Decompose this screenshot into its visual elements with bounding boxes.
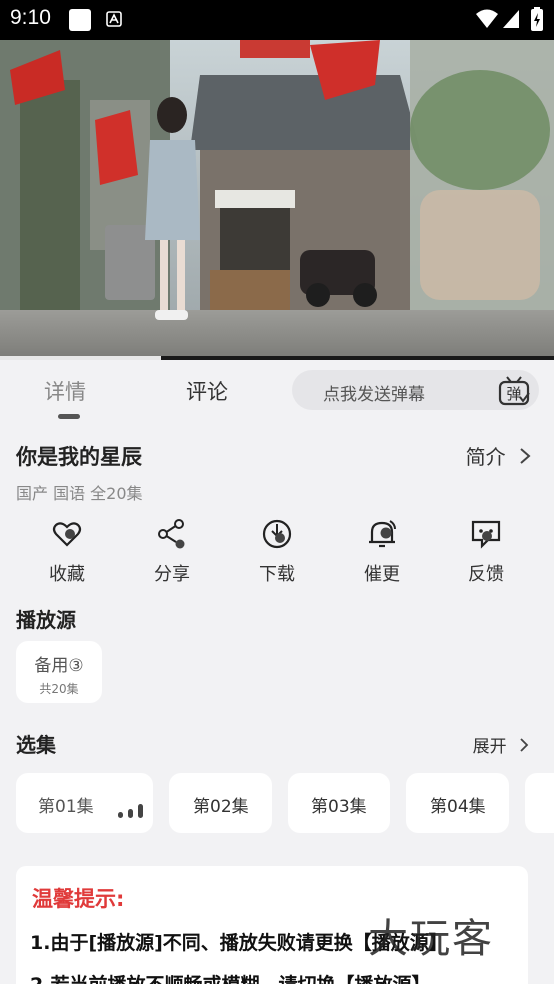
favorite-button[interactable]: 收藏 [27, 518, 107, 586]
share-button[interactable]: 分享 [132, 518, 212, 586]
wifi-icon [476, 9, 498, 28]
episode-item-partial[interactable] [525, 773, 554, 833]
battery-icon [531, 7, 543, 31]
tab-comments[interactable]: 评论 [186, 376, 228, 406]
heart-icon [52, 522, 82, 547]
danmu-toggle-icon[interactable]: 弹 [497, 373, 531, 407]
intro-link[interactable]: 简介 [466, 441, 532, 470]
source-name: 备用③ [34, 656, 84, 676]
notification-square-icon [69, 9, 91, 31]
show-meta: 国产 国语 全20集 [16, 484, 143, 503]
episode-label: 第04集 [430, 797, 486, 817]
intro-label: 简介 [465, 445, 506, 469]
danmu-icon-text: 弹 [506, 385, 521, 403]
download-button[interactable]: 下载 [237, 518, 317, 586]
chevron-right-icon [520, 738, 529, 752]
request-update-label: 催更 [364, 564, 400, 585]
source-episode-count: 共20集 [39, 682, 79, 696]
danmu-placeholder: 点我发送弹幕 [323, 385, 425, 405]
notice-line-2: 2.若当前播放不顺畅或模糊，请切换【播放源】 [30, 970, 430, 984]
episode-item[interactable]: 第03集 [288, 773, 390, 833]
expand-episodes-link[interactable]: 展开 [473, 732, 530, 757]
bell-icon [369, 520, 396, 548]
request-update-button[interactable]: 催更 [342, 518, 422, 586]
notice-title: 温馨提示: [32, 887, 125, 911]
episodes-heading: 选集 [16, 733, 56, 757]
episode-item[interactable]: 第04集 [406, 773, 509, 833]
status-bar: 9:10 [0, 0, 554, 40]
source-option[interactable]: 备用③ 共20集 [16, 641, 102, 703]
chevron-right-icon [520, 448, 531, 464]
video-frame-image [0, 40, 554, 358]
status-time: 9:10 [10, 6, 51, 29]
episode-label: 第01集 [38, 797, 94, 817]
feedback-icon [471, 520, 501, 549]
share-label: 分享 [154, 564, 190, 585]
feedback-button[interactable]: 反馈 [446, 518, 526, 586]
feedback-label: 反馈 [468, 564, 504, 585]
show-title: 你是我的星辰 [16, 445, 142, 469]
download-icon [262, 519, 292, 549]
text-notification-icon [106, 11, 122, 27]
signal-icon [503, 10, 519, 28]
download-label: 下载 [259, 564, 295, 585]
tab-details[interactable]: 详情 [44, 376, 86, 406]
expand-label: 展开 [472, 737, 507, 757]
source-heading: 播放源 [16, 608, 76, 632]
episode-item[interactable]: 第02集 [169, 773, 272, 833]
share-icon [158, 519, 185, 549]
tab-indicator [58, 414, 80, 419]
playing-indicator-icon [118, 804, 143, 818]
watermark-logo: 大玩客 [368, 916, 494, 962]
danmu-input[interactable]: 点我发送弹幕 弹 [292, 370, 539, 410]
favorite-label: 收藏 [49, 564, 85, 585]
episode-item[interactable]: 第01集 [16, 773, 153, 833]
detail-tabs: 详情 评论 点我发送弹幕 弹 [0, 360, 554, 424]
episode-label: 第03集 [311, 797, 367, 817]
video-player[interactable] [0, 40, 554, 358]
episode-label: 第02集 [193, 797, 249, 817]
